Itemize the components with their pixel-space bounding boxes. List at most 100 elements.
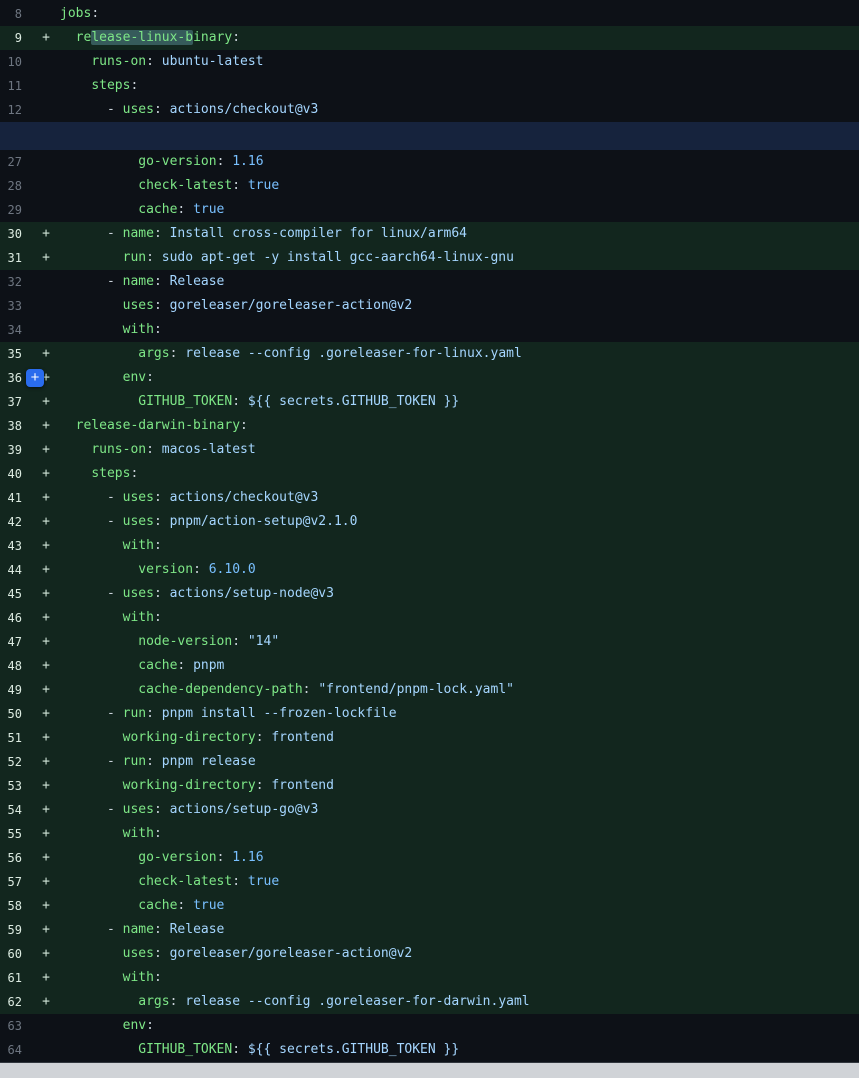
diff-line-38: 38+ release-darwin-binary:: [0, 414, 859, 438]
diff-line-10: 10 runs-on: ubuntu-latest: [0, 50, 859, 74]
diff-line-61: 61+ with:: [0, 966, 859, 990]
diff-marker: +: [32, 702, 60, 726]
line-number[interactable]: 60: [0, 942, 32, 966]
code-text: - uses: actions/setup-go@v3: [60, 798, 859, 822]
diff-line-56: 56+ go-version: 1.16: [0, 846, 859, 870]
diff-marker: [32, 2, 60, 26]
diff-marker: +: [32, 990, 60, 1014]
line-number[interactable]: 35: [0, 342, 32, 366]
line-number[interactable]: 63: [0, 1014, 32, 1038]
line-number[interactable]: 52: [0, 750, 32, 774]
diff-line-8: 8jobs:: [0, 2, 859, 26]
diff-marker: +: [32, 26, 60, 50]
line-number[interactable]: 37: [0, 390, 32, 414]
line-number[interactable]: 45: [0, 582, 32, 606]
diff-table: 8jobs:9+ release-linux-binary:10 runs-on…: [0, 2, 859, 1062]
diff-line-53: 53+ working-directory: frontend: [0, 774, 859, 798]
diff-line-41: 41+ - uses: actions/checkout@v3: [0, 486, 859, 510]
expand-hunk-band[interactable]: [0, 122, 859, 150]
diff-marker: +: [32, 894, 60, 918]
diff-line-11: 11 steps:: [0, 74, 859, 98]
line-number[interactable]: 8: [0, 2, 32, 26]
line-number[interactable]: 61: [0, 966, 32, 990]
line-number[interactable]: 39: [0, 438, 32, 462]
line-number[interactable]: 31: [0, 246, 32, 270]
line-number[interactable]: 34: [0, 318, 32, 342]
line-number[interactable]: 62: [0, 990, 32, 1014]
diff-line-48: 48+ cache: pnpm: [0, 654, 859, 678]
line-number[interactable]: 59: [0, 918, 32, 942]
code-text: env:: [60, 366, 859, 390]
line-number[interactable]: 33: [0, 294, 32, 318]
line-number[interactable]: 46: [0, 606, 32, 630]
add-comment-button[interactable]: +: [26, 369, 44, 387]
diff-line-36: 36+ env:+: [0, 366, 859, 390]
diff-marker: +: [32, 510, 60, 534]
line-number[interactable]: 54: [0, 798, 32, 822]
diff-line-32: 32 - name: Release: [0, 270, 859, 294]
diff-marker: [32, 198, 60, 222]
line-number[interactable]: 64: [0, 1038, 32, 1062]
diff-marker: [32, 74, 60, 98]
line-number[interactable]: 27: [0, 150, 32, 174]
line-number[interactable]: 42: [0, 510, 32, 534]
line-number[interactable]: 53: [0, 774, 32, 798]
line-number[interactable]: 56: [0, 846, 32, 870]
diff-marker: [32, 50, 60, 74]
diff-marker: +: [32, 726, 60, 750]
line-number[interactable]: 9: [0, 26, 32, 50]
diff-marker: +: [32, 630, 60, 654]
diff-line-58: 58+ cache: true: [0, 894, 859, 918]
line-number[interactable]: 10: [0, 50, 32, 74]
diff-line-9: 9+ release-linux-binary:: [0, 26, 859, 50]
code-text: cache: pnpm: [60, 654, 859, 678]
diff-marker: +: [32, 534, 60, 558]
line-number[interactable]: 47: [0, 630, 32, 654]
code-text: - uses: actions/checkout@v3: [60, 486, 859, 510]
diff-line-28: 28 check-latest: true: [0, 174, 859, 198]
line-number[interactable]: 11: [0, 74, 32, 98]
code-text: working-directory: frontend: [60, 774, 859, 798]
line-number[interactable]: 29: [0, 198, 32, 222]
code-text: - name: Release: [60, 918, 859, 942]
line-number[interactable]: 12: [0, 98, 32, 122]
diff-marker: [32, 150, 60, 174]
code-text: release-darwin-binary:: [60, 414, 859, 438]
diff-marker: +: [32, 654, 60, 678]
line-number[interactable]: 43: [0, 534, 32, 558]
line-number[interactable]: 49: [0, 678, 32, 702]
diff-marker: +: [32, 414, 60, 438]
line-number[interactable]: 57: [0, 870, 32, 894]
line-number[interactable]: 48: [0, 654, 32, 678]
diff-line-49: 49+ cache-dependency-path: "frontend/pnp…: [0, 678, 859, 702]
code-text: with:: [60, 966, 859, 990]
selected-text: lease-linux-b: [91, 30, 193, 45]
code-text: working-directory: frontend: [60, 726, 859, 750]
diff-marker: +: [32, 222, 60, 246]
line-number[interactable]: 38: [0, 414, 32, 438]
line-number[interactable]: 30: [0, 222, 32, 246]
diff-line-60: 60+ uses: goreleaser/goreleaser-action@v…: [0, 942, 859, 966]
line-number[interactable]: 44: [0, 558, 32, 582]
line-number[interactable]: 41: [0, 486, 32, 510]
line-number[interactable]: 32: [0, 270, 32, 294]
diff-view: 8jobs:9+ release-linux-binary:10 runs-on…: [0, 0, 859, 1078]
diff-line-43: 43+ with:: [0, 534, 859, 558]
code-text: with:: [60, 534, 859, 558]
code-text: runs-on: macos-latest: [60, 438, 859, 462]
line-number[interactable]: 58: [0, 894, 32, 918]
line-number[interactable]: 55: [0, 822, 32, 846]
diff-line-55: 55+ with:: [0, 822, 859, 846]
code-text: uses: goreleaser/goreleaser-action@v2: [60, 942, 859, 966]
diff-line-31: 31+ run: sudo apt-get -y install gcc-aar…: [0, 246, 859, 270]
line-number[interactable]: 28: [0, 174, 32, 198]
line-number[interactable]: 50: [0, 702, 32, 726]
diff-line-46: 46+ with:: [0, 606, 859, 630]
code-text: cache-dependency-path: "frontend/pnpm-lo…: [60, 678, 859, 702]
diff-line-42: 42+ - uses: pnpm/action-setup@v2.1.0: [0, 510, 859, 534]
diff-marker: +: [32, 918, 60, 942]
diff-line-29: 29 cache: true: [0, 198, 859, 222]
line-number[interactable]: 51: [0, 726, 32, 750]
diff-marker: [32, 318, 60, 342]
line-number[interactable]: 40: [0, 462, 32, 486]
